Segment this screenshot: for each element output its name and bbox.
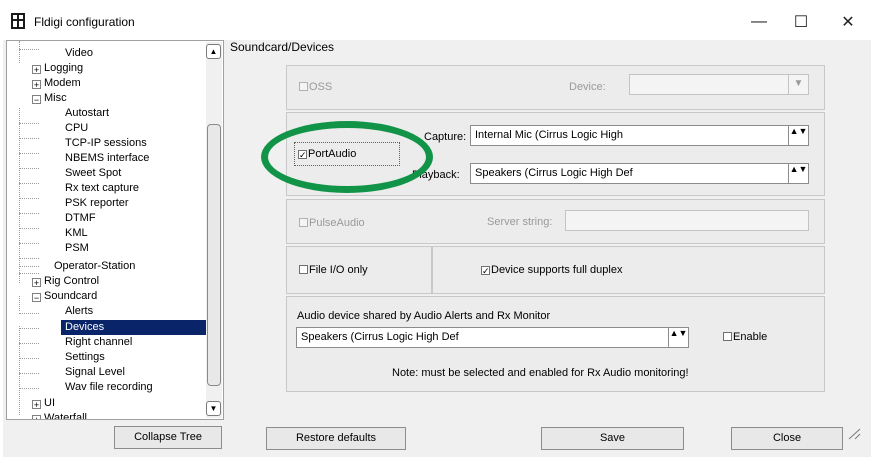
- minimize-icon: —: [751, 13, 767, 30]
- spin-arrows-icon: ▲▼: [668, 328, 688, 347]
- full-duplex-checkbox[interactable]: ✓Device supports full duplex: [481, 264, 622, 277]
- tree-item-signal-level[interactable]: Signal Level: [65, 365, 125, 380]
- maximize-icon: ☐: [793, 14, 809, 31]
- collapse-icon[interactable]: −: [32, 293, 41, 303]
- tree-item-modem[interactable]: Modem: [44, 76, 81, 91]
- resize-grip-icon[interactable]: [846, 428, 862, 440]
- expand-icon[interactable]: +: [32, 278, 41, 288]
- tree-item-misc[interactable]: Misc: [44, 91, 67, 106]
- close-window-button[interactable]: ✕: [830, 8, 866, 36]
- tree-item-right-channel[interactable]: Right channel: [65, 335, 132, 350]
- close-button[interactable]: Close: [731, 427, 843, 450]
- oss-device-combo[interactable]: ▼: [629, 74, 809, 95]
- close-icon: ✕: [841, 14, 855, 31]
- dropdown-arrow-icon: ▼: [788, 75, 808, 94]
- scroll-down-arrow-icon[interactable]: ▼: [206, 401, 221, 416]
- pulseaudio-checkbox[interactable]: PulseAudio: [299, 217, 365, 230]
- capture-label: Capture:: [424, 131, 467, 143]
- tree-item-tcp-ip-sessions[interactable]: TCP-IP sessions: [65, 136, 147, 151]
- config-tree[interactable]: Video + Logging + Modem − Misc Autostart…: [6, 40, 224, 420]
- tree-item-alerts[interactable]: Alerts: [65, 304, 93, 319]
- tree-item-sweet-spot[interactable]: Sweet Spot: [65, 166, 121, 181]
- file-io-only-checkbox[interactable]: File I/O only: [299, 264, 368, 277]
- fldigi-app-icon: [11, 13, 25, 29]
- tree-item-wav-file-recording[interactable]: Wav file recording: [65, 380, 153, 395]
- tree-item-kml[interactable]: KML: [65, 226, 88, 241]
- tree-item-video[interactable]: Video: [65, 46, 93, 61]
- checkmark-icon: ✓: [481, 266, 490, 276]
- tree-item-psm[interactable]: PSM: [65, 241, 89, 256]
- tree-item-cpu[interactable]: CPU: [65, 121, 88, 136]
- expand-icon[interactable]: +: [32, 415, 41, 419]
- tree-item-rig-control[interactable]: Rig Control: [44, 274, 99, 289]
- shared-device-combo[interactable]: Speakers (Cirrus Logic High Def ▲▼: [296, 327, 689, 348]
- enable-checkbox[interactable]: Enable: [723, 331, 767, 344]
- tree-item-soundcard[interactable]: Soundcard: [44, 289, 97, 304]
- tree-scrollbar[interactable]: ▲ ▼: [206, 42, 222, 418]
- section-title: Soundcard/Devices: [230, 40, 335, 54]
- spin-arrows-icon: ▲▼: [788, 126, 808, 145]
- playback-device-combo[interactable]: Speakers (Cirrus Logic High Def ▲▼: [470, 163, 809, 184]
- tree-item-settings[interactable]: Settings: [65, 350, 105, 365]
- scrollbar-thumb[interactable]: [207, 124, 221, 386]
- maximize-button[interactable]: ☐: [783, 8, 819, 36]
- expand-icon[interactable]: +: [32, 80, 41, 90]
- spin-arrows-icon: ▲▼: [788, 164, 808, 183]
- capture-device-combo[interactable]: Internal Mic (Cirrus Logic High ▲▼: [470, 125, 809, 146]
- expand-icon[interactable]: +: [32, 65, 41, 75]
- tree-item-devices[interactable]: Devices: [61, 320, 209, 335]
- collapse-tree-button[interactable]: Collapse Tree: [114, 426, 222, 449]
- tree-item-waterfall[interactable]: Waterfall: [44, 411, 87, 419]
- checkbox-icon: [723, 332, 732, 341]
- server-string-input[interactable]: [565, 210, 809, 231]
- tree-item-rx-text-capture[interactable]: Rx text capture: [65, 181, 139, 196]
- tree-item-operator-station[interactable]: Operator-Station: [54, 259, 135, 274]
- shared-device-title: Audio device shared by Audio Alerts and …: [297, 310, 551, 322]
- checkbox-icon: [299, 82, 308, 91]
- restore-defaults-button[interactable]: Restore defaults: [266, 427, 406, 450]
- checkbox-icon: [299, 265, 308, 274]
- collapse-icon[interactable]: −: [32, 95, 41, 105]
- oss-device-label: Device:: [569, 81, 606, 93]
- expand-icon[interactable]: +: [32, 400, 41, 410]
- scroll-up-arrow-icon[interactable]: ▲: [206, 44, 221, 59]
- tree-item-nbems-interface[interactable]: NBEMS interface: [65, 151, 149, 166]
- shared-device-note: Note: must be selected and enabled for R…: [392, 367, 689, 379]
- tree-item-psk-reporter[interactable]: PSK reporter: [65, 196, 129, 211]
- save-button[interactable]: Save: [541, 427, 684, 450]
- checkbox-icon: [299, 218, 308, 227]
- window-title: Fldigi configuration: [34, 15, 135, 29]
- tree-item-autostart[interactable]: Autostart: [65, 106, 109, 121]
- tree-item-dtmf[interactable]: DTMF: [65, 211, 96, 226]
- server-string-label: Server string:: [487, 216, 553, 228]
- minimize-button[interactable]: —: [741, 8, 777, 36]
- oss-checkbox[interactable]: OSS: [299, 81, 332, 94]
- tree-item-ui[interactable]: UI: [44, 396, 55, 411]
- tree-item-logging[interactable]: Logging: [44, 61, 83, 76]
- annotation-circle: [261, 121, 433, 193]
